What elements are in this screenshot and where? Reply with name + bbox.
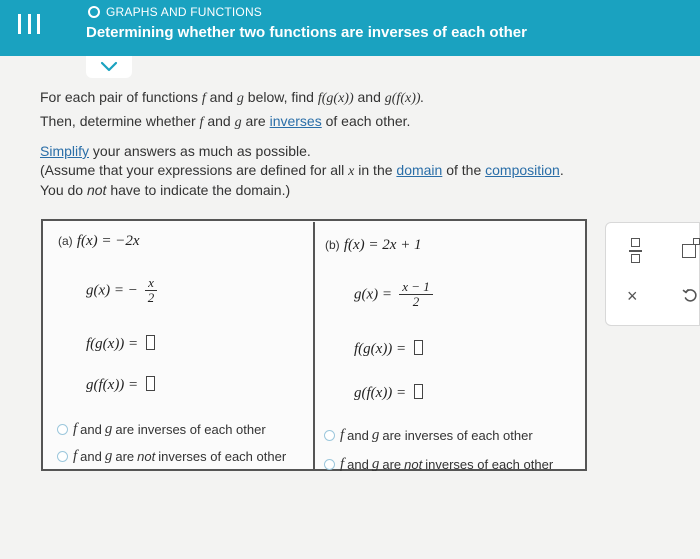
- part-b-option-inverses[interactable]: f and g are inverses of each other: [324, 427, 533, 444]
- collapse-toggle[interactable]: [86, 56, 132, 78]
- part-a-f-definition: (a) f(x) = −2x: [58, 233, 140, 249]
- part-a-fg-input[interactable]: [146, 335, 156, 350]
- fraction-tool-top: [631, 238, 640, 247]
- exponent-tool-superscript: [693, 238, 700, 245]
- column-divider: [313, 222, 315, 471]
- header-bar: GRAPHS AND FUNCTIONS Determining whether…: [0, 0, 700, 56]
- menu-icon-bar: [27, 14, 31, 34]
- inverses-link[interactable]: inverses: [270, 113, 322, 129]
- part-b-option-not-inverses[interactable]: f and g are not inverses of each other: [324, 456, 553, 473]
- part-b-gf-row: g(f(x)) =: [354, 384, 424, 402]
- instruction-line-1: For each pair of functions f and g below…: [40, 89, 425, 106]
- fraction-tool-bottom: [631, 254, 640, 263]
- fraction-tool-bar: [629, 250, 642, 252]
- fraction-tool-icon[interactable]: [628, 236, 644, 266]
- menu-button[interactable]: [18, 12, 40, 36]
- chevron-down-icon: [100, 61, 118, 72]
- topic-circle-icon: [88, 6, 100, 18]
- part-a-gf-row: g(f(x)) =: [86, 376, 156, 394]
- topic-heading: GRAPHS AND FUNCTIONS: [88, 5, 262, 19]
- topic-label: GRAPHS AND FUNCTIONS: [106, 5, 263, 19]
- part-b-fg-row: f(g(x)) =: [354, 340, 424, 358]
- domain-link[interactable]: domain: [396, 162, 442, 178]
- part-b-radio-inverses[interactable]: [324, 430, 335, 441]
- instructions-paragraph: For each pair of functions f and g below…: [40, 86, 620, 134]
- part-b-radio-not-inverses[interactable]: [324, 459, 335, 470]
- part-b-gf-input[interactable]: [414, 384, 424, 399]
- part-b-fg-input[interactable]: [414, 340, 424, 355]
- instruction-line-2: Then, determine whether f and g are inve…: [40, 113, 411, 130]
- part-b-f-definition: (b) f(x) = 2x + 1: [325, 237, 422, 253]
- menu-icon: [18, 14, 21, 34]
- part-a-option-not-inverses[interactable]: f and g are not inverses of each other: [57, 448, 286, 465]
- part-a-fg-row: f(g(x)) =: [86, 335, 156, 353]
- assume-line: (Assume that your expressions are define…: [40, 162, 564, 179]
- undo-icon[interactable]: [682, 287, 698, 303]
- part-a-radio-inverses[interactable]: [57, 424, 68, 435]
- part-a-radio-not-inverses[interactable]: [57, 451, 68, 462]
- simplify-link[interactable]: Simplify: [40, 143, 89, 159]
- domain-note-line: You do not have to indicate the domain.): [40, 182, 291, 198]
- page-title: Determining whether two functions are in…: [86, 24, 527, 41]
- simplify-line: Simplify your answers as much as possibl…: [40, 143, 311, 159]
- clear-icon[interactable]: ×: [627, 286, 638, 307]
- part-a-gf-input[interactable]: [146, 376, 156, 391]
- simplify-paragraph: Simplify your answers as much as possibl…: [40, 142, 640, 200]
- part-a-option-inverses[interactable]: f and g are inverses of each other: [57, 421, 266, 438]
- part-a-g-fraction: x 2: [145, 276, 157, 305]
- part-a-g-definition: g(x) = − x 2: [86, 276, 157, 305]
- part-b-g-definition: g(x) = x − 1 2: [354, 280, 433, 309]
- math-tools-panel: [605, 222, 700, 326]
- composition-link[interactable]: composition: [485, 162, 560, 178]
- part-b-g-fraction: x − 1 2: [399, 280, 433, 309]
- menu-icon-bar: [37, 14, 40, 34]
- exponent-tool-icon[interactable]: [682, 244, 696, 258]
